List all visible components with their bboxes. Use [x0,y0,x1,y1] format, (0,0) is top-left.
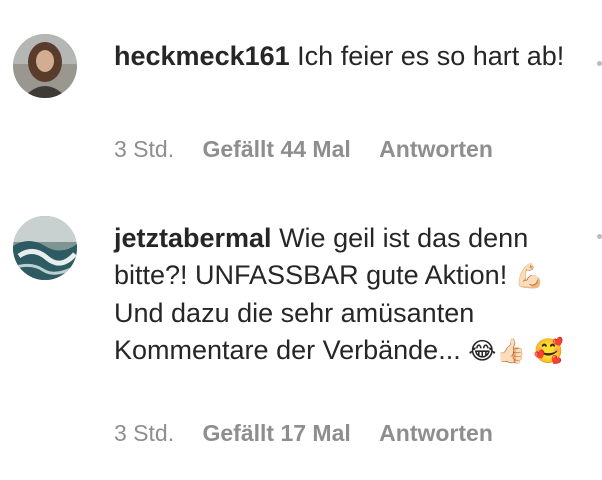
smiling-hearts-emoji-icon: 🥰 [533,337,564,365]
more-options-icon[interactable] [597,234,602,239]
thumbs-up-emoji-icon: 👍🏻 [496,337,527,365]
avatar-photo-icon [13,216,77,280]
comment-meta: 3 Std. Gefällt 17 Mal Antworten [114,420,515,447]
likes-count-button[interactable]: Gefällt 44 Mal [203,136,351,162]
comment-time: 3 Std. [114,136,175,162]
flexed-biceps-emoji-icon: 💪🏻 [514,262,545,290]
comment-text-continued: Und dazu die sehr amüsanten Kommentare d… [114,298,475,365]
comment-text-container: jetztabermal Wie geil ist das denn bitte… [114,220,576,370]
likes-count-button[interactable]: Gefällt 17 Mal [203,420,351,446]
avatar[interactable] [13,34,77,98]
reply-button[interactable]: Antworten [379,136,493,162]
reply-button[interactable]: Antworten [379,420,493,446]
comment-username[interactable]: jetztabermal [114,223,272,253]
comment-time: 3 Std. [114,420,175,446]
comment-body: jetztabermal Wie geil ist das denn bitte… [114,220,576,370]
avatar-photo-icon [13,34,77,98]
comment-meta: 3 Std. Gefällt 44 Mal Antworten [114,136,515,163]
avatar[interactable] [13,216,77,280]
comment-text-container: heckmeck161 Ich feier es so hart ab! [114,38,576,75]
comment-text: Ich feier es so hart ab! [297,41,565,71]
more-options-icon[interactable] [597,61,602,66]
laughing-tears-emoji-icon: 😂 [468,337,497,365]
comment-username[interactable]: heckmeck161 [114,41,290,71]
comment-body: heckmeck161 Ich feier es so hart ab! [114,38,576,75]
